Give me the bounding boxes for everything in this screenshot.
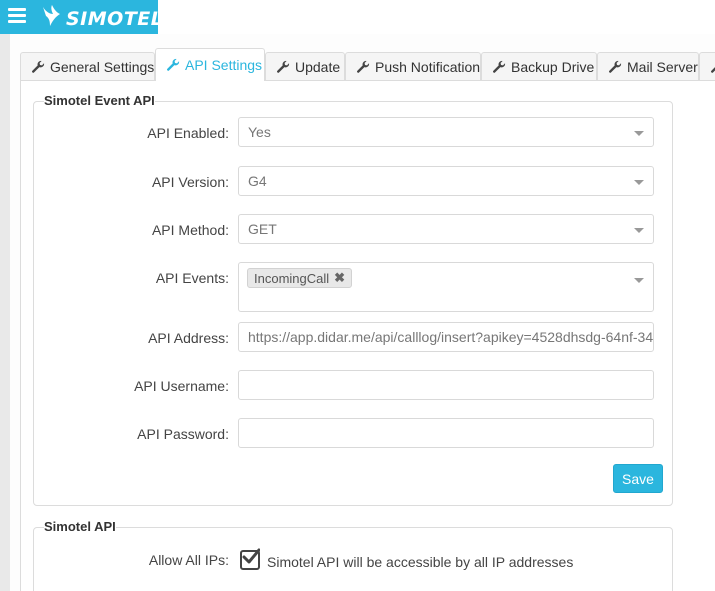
wrench-icon <box>166 58 180 72</box>
tab-more[interactable] <box>699 52 715 81</box>
page: SIMOTEL General Settings API Settings Up… <box>0 0 715 591</box>
wrench-icon <box>710 60 715 74</box>
brand-name: SIMOTEL <box>66 8 164 30</box>
chevron-down-icon <box>634 228 644 233</box>
chevron-down-icon <box>634 180 644 185</box>
tab-label: API Settings <box>185 57 263 73</box>
tab-mail-server[interactable]: Mail Server <box>597 52 699 81</box>
save-button[interactable]: Save <box>613 464 663 493</box>
tab-update[interactable]: Update <box>265 52 345 81</box>
api-enabled-select[interactable]: Yes <box>238 117 654 147</box>
tab-label: Backup Drive <box>511 59 595 75</box>
section-title: Simotel Event API <box>44 93 155 108</box>
wrench-icon <box>276 60 290 74</box>
allow-all-ips-checkbox[interactable] <box>240 548 260 570</box>
checkmark-icon <box>242 548 260 564</box>
api-password-label: API Password: <box>137 426 229 442</box>
tab-label: Push Notification <box>375 59 481 75</box>
api-password-input[interactable] <box>238 418 654 448</box>
api-method-select[interactable]: GET <box>238 214 654 244</box>
wrench-icon <box>31 60 45 74</box>
tab-push-notification[interactable]: Push Notification <box>345 52 481 81</box>
event-tag-label: IncomingCall <box>254 270 330 286</box>
wrench-icon <box>356 60 370 74</box>
bird-logo-icon <box>43 5 60 26</box>
settings-tabs: General Settings API Settings Update Pus… <box>20 48 715 81</box>
api-version-select[interactable]: G4 <box>238 166 654 196</box>
section-title: Simotel API <box>44 519 116 534</box>
chevron-down-icon <box>634 278 644 283</box>
api-version-label: API Version: <box>151 174 229 190</box>
menu-icon[interactable] <box>8 8 26 24</box>
chevron-down-icon <box>634 131 644 136</box>
content-area: General Settings API Settings Update Pus… <box>10 34 715 591</box>
tab-label: Update <box>295 59 341 75</box>
api-events-multiselect[interactable]: IncomingCall ✖ <box>238 262 654 312</box>
event-api-section: Simotel Event API API Enabled: Yes API V… <box>33 93 673 506</box>
logo: SIMOTEL <box>40 0 163 34</box>
top-bar: SIMOTEL <box>0 0 715 34</box>
tab-label: Mail Server <box>627 59 698 75</box>
simotel-api-section: Simotel API Allow All IPs: Simotel API w… <box>33 519 673 591</box>
allow-all-ips-description: Simotel API will be accessible by all IP… <box>267 554 574 570</box>
api-events-label: API Events: <box>155 270 229 286</box>
api-username-label: API Username: <box>134 378 229 394</box>
left-strip <box>0 34 10 591</box>
api-version-value: G4 <box>248 173 267 189</box>
api-username-input[interactable] <box>238 370 654 400</box>
api-enabled-value: Yes <box>248 124 271 140</box>
api-method-label: API Method: <box>151 222 229 238</box>
tab-backup-drive[interactable]: Backup Drive <box>481 52 597 81</box>
wrench-icon <box>608 60 622 74</box>
allow-all-ips-label: Allow All IPs: <box>148 552 229 568</box>
api-settings-panel: Simotel Event API API Enabled: Yes API V… <box>20 81 715 591</box>
tab-general-settings[interactable]: General Settings <box>20 52 155 81</box>
api-method-value: GET <box>248 221 277 237</box>
wrench-icon <box>492 60 506 74</box>
api-address-label: API Address: <box>148 330 229 346</box>
remove-tag-icon[interactable]: ✖ <box>334 270 345 286</box>
brand-bar: SIMOTEL <box>0 0 163 34</box>
event-tag: IncomingCall ✖ <box>247 268 353 288</box>
api-enabled-label: API Enabled: <box>147 125 229 141</box>
tab-label: General Settings <box>50 59 155 75</box>
tab-api-settings[interactable]: API Settings <box>155 48 265 81</box>
api-address-input[interactable]: https://app.didar.me/api/calllog/insert?… <box>238 322 654 352</box>
